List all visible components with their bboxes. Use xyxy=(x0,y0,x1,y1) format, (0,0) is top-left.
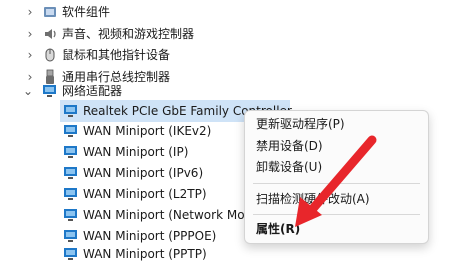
tree-item-label: 网络适配器 xyxy=(62,84,123,98)
menu-item-disable-device[interactable]: 禁用设备(D) xyxy=(256,137,323,155)
network-adapter-icon xyxy=(63,123,79,139)
tree-item-mouse-pointing[interactable]: › 鼠标和其他指针设备 xyxy=(0,44,300,66)
tree-item-label: WAN Miniport (IPv6) xyxy=(83,166,204,180)
tree-item-label: 鼠标和其他指针设备 xyxy=(62,48,171,62)
tree-item-label: WAN Miniport (IP) xyxy=(83,145,189,159)
chevron-down-icon[interactable]: ⌄ xyxy=(22,80,34,102)
menu-item-properties[interactable]: 属性(R) xyxy=(256,220,300,238)
tree-item-sound-video-game[interactable]: › 声音、视频和游戏控制器 xyxy=(0,23,300,45)
tree-item-software-components[interactable]: › 软件组件 xyxy=(0,1,300,23)
chevron-right-icon[interactable]: › xyxy=(24,23,36,45)
network-adapter-icon xyxy=(63,165,79,181)
menu-item-scan-hardware-changes[interactable]: 扫描检测硬件改动(A) xyxy=(256,190,370,208)
network-adapter-icon xyxy=(63,228,79,244)
tree-item-adapter-pptp[interactable]: WAN Miniport (PPTP) xyxy=(60,243,290,265)
network-adapter-icon xyxy=(63,103,79,119)
tree-item-network-adapters[interactable]: ⌄ 网络适配器 xyxy=(0,80,300,102)
network-adapter-icon xyxy=(42,83,58,99)
tree-item-label: WAN Miniport (L2TP) xyxy=(83,187,207,201)
tree-item-label: 声音、视频和游戏控制器 xyxy=(62,27,195,41)
network-adapter-icon xyxy=(63,246,79,262)
menu-item-uninstall-device[interactable]: 卸载设备(U) xyxy=(256,158,322,176)
network-adapter-icon xyxy=(63,207,79,223)
speaker-icon xyxy=(42,26,58,42)
menu-separator xyxy=(253,183,420,184)
mouse-icon xyxy=(42,47,58,63)
tree-item-label: WAN Miniport (PPTP) xyxy=(83,247,207,261)
network-adapter-icon xyxy=(63,144,79,160)
chevron-right-icon[interactable]: › xyxy=(24,1,36,23)
chevron-right-icon[interactable]: › xyxy=(24,44,36,66)
tree-item-label: 软件组件 xyxy=(62,5,111,19)
software-component-icon xyxy=(42,4,58,20)
menu-separator xyxy=(253,214,420,215)
network-adapter-icon xyxy=(63,186,79,202)
context-menu: 更新驱动程序(P) 禁用设备(D) 卸载设备(U) 扫描检测硬件改动(A) 属性… xyxy=(244,110,429,244)
tree-item-label: WAN Miniport (IKEv2) xyxy=(83,124,212,138)
menu-item-update-driver[interactable]: 更新驱动程序(P) xyxy=(256,115,345,133)
